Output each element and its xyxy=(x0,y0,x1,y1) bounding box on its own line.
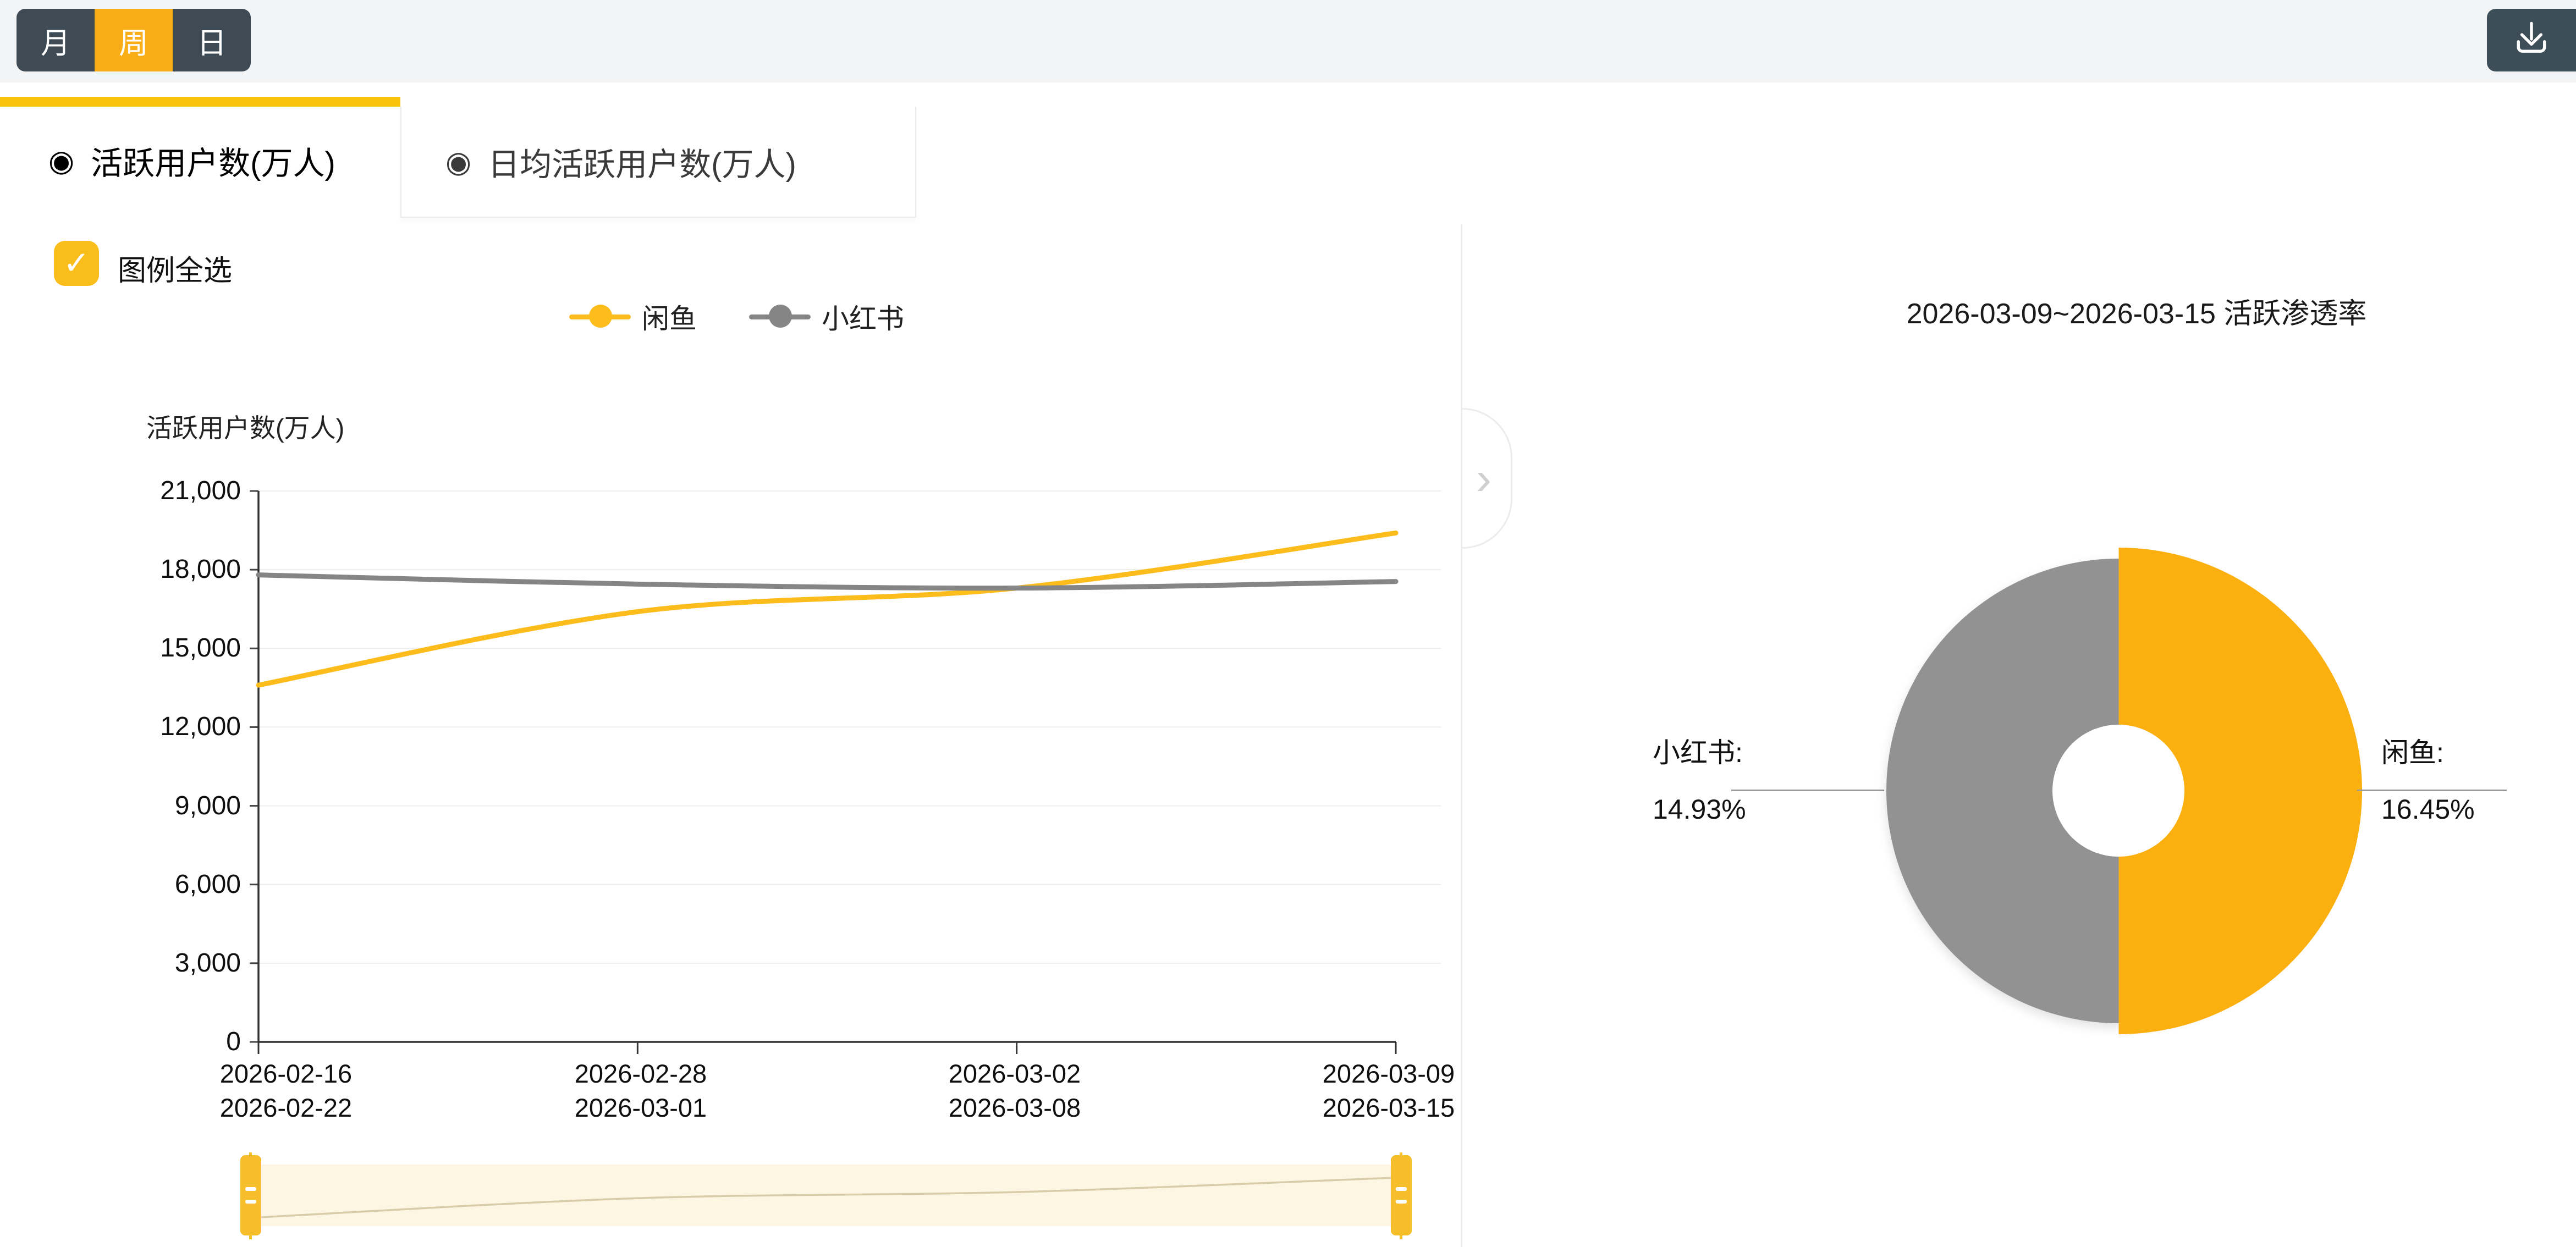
y-tick-label: 12,000 xyxy=(82,711,241,742)
y-tick-label: 0 xyxy=(82,1027,241,1057)
donut-label-xiaohongshu: 小红书: 14.93% xyxy=(1653,725,1746,837)
period-button-week[interactable]: 周 xyxy=(95,9,173,71)
line-series-闲鱼 xyxy=(258,533,1396,685)
legend-item[interactable]: 闲鱼 xyxy=(569,297,697,336)
y-tick-label: 21,000 xyxy=(82,476,241,506)
radio-selected-icon: ◉ xyxy=(48,144,74,178)
tab-active-users[interactable]: ◉ 活跃用户数(万人) xyxy=(0,107,449,214)
tab-label: 活跃用户数(万人) xyxy=(91,137,335,184)
legend-label: 闲鱼 xyxy=(642,297,697,336)
legend-select-all-checkbox[interactable]: ✓ xyxy=(54,241,99,286)
x-tick-label: 2026-03-02 2026-03-08 xyxy=(888,1057,1141,1125)
chevron-right-icon: › xyxy=(1476,455,1491,501)
y-tick-label: 15,000 xyxy=(82,633,241,663)
donut-label-name: 小红书: xyxy=(1653,725,1746,781)
download-icon xyxy=(2511,18,2552,63)
legend-item[interactable]: 小红书 xyxy=(749,297,904,336)
series-legend: 闲鱼 小红书 xyxy=(569,297,904,336)
y-tick-label: 3,000 xyxy=(82,948,241,978)
panel-divider xyxy=(1461,224,1462,1247)
y-tick-label: 18,000 xyxy=(82,554,241,584)
y-axis-title: 活跃用户数(万人) xyxy=(146,407,344,445)
legend-label: 小红书 xyxy=(822,297,904,336)
legend-select-all-label: 图例全选 xyxy=(118,247,232,289)
datazoom-handle-right[interactable] xyxy=(1391,1155,1412,1235)
download-button[interactable] xyxy=(2487,9,2576,71)
line-series-小红书 xyxy=(258,575,1396,588)
panel-collapse-handle[interactable]: › xyxy=(1462,408,1512,549)
legend-marker-icon xyxy=(749,305,811,329)
top-toolbar: 月 周 日 xyxy=(0,0,2576,82)
donut-label-xianyu: 闲鱼: 16.45% xyxy=(2381,725,2475,837)
donut-hole xyxy=(2052,725,2184,857)
datazoom-handle-left[interactable] xyxy=(240,1155,261,1235)
period-button-day[interactable]: 日 xyxy=(173,9,251,71)
donut-label-value: 16.45% xyxy=(2381,781,2475,838)
tab-daily-active-users[interactable]: ◉ 日均活跃用户数(万人) xyxy=(400,107,916,218)
period-button-month[interactable]: 月 xyxy=(16,9,95,71)
x-tick-label: 2026-02-28 2026-03-01 xyxy=(514,1057,767,1125)
y-tick-label: 6,000 xyxy=(82,869,241,900)
legend-marker-icon xyxy=(569,305,631,329)
line-chart xyxy=(247,480,1468,1063)
checkmark-icon: ✓ xyxy=(63,247,90,279)
y-tick-label: 9,000 xyxy=(82,791,241,821)
dashboard-page: 月 周 日 ◉ 活跃用户数(万人) ◉ 日均活跃用户数(万人) ✓ 图例全选 闲… xyxy=(0,0,2576,1247)
datazoom-slider[interactable] xyxy=(251,1165,1402,1226)
donut-label-value: 14.93% xyxy=(1653,781,1746,838)
radio-icon: ◉ xyxy=(445,145,471,179)
donut-label-name: 闲鱼: xyxy=(2381,725,2475,781)
active-tab-indicator xyxy=(0,97,400,107)
x-tick-label: 2026-02-16 2026-02-22 xyxy=(159,1057,412,1125)
leader-line-left xyxy=(1731,790,1884,791)
donut-chart-title: 2026-03-09~2026-03-15 活跃渗透率 xyxy=(1752,290,2522,332)
tab-label: 日均活跃用户数(万人) xyxy=(488,139,796,185)
period-switcher: 月 周 日 xyxy=(16,9,251,71)
x-tick-label: 2026-03-09 2026-03-15 xyxy=(1262,1057,1515,1125)
datazoom-preview-line xyxy=(251,1165,1402,1226)
